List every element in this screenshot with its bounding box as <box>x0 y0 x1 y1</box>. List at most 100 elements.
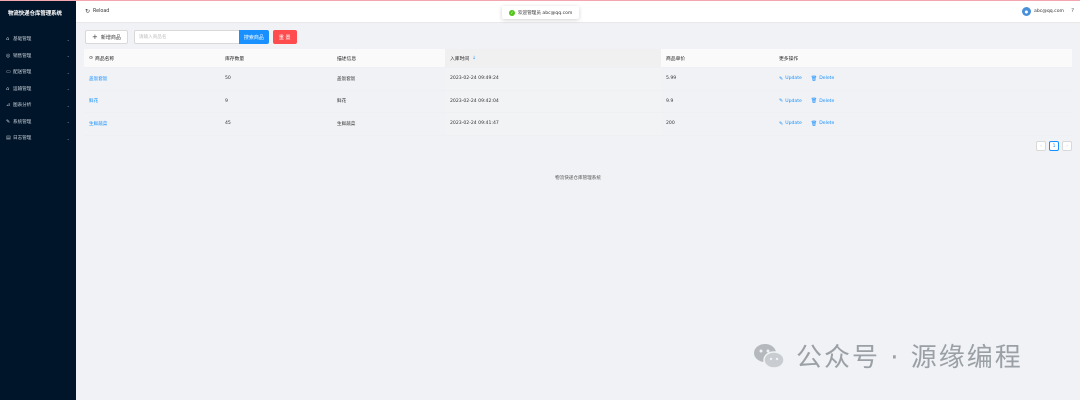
row-actions: ✎ Update 🗑 Delete <box>774 91 1072 113</box>
stock-qty: 9 <box>225 98 228 104</box>
column-label: 入库时间 <box>450 56 470 62</box>
delivery-icon: ▭ <box>6 69 11 76</box>
product-name-link[interactable]: 鲜花 <box>84 91 220 113</box>
watermark-text: 公众号 · 源缘编程 <box>796 343 1023 373</box>
unit-price: 5.99 <box>666 76 677 82</box>
table-row: 鲜花 9 鲜花 2023-02-24 09:42:04 9.9 ✎ Update … <box>84 90 1072 113</box>
stock-in-time: 2023-02-24 09:42:04 <box>445 90 661 112</box>
chevron-down-icon: ⌄ <box>66 102 70 108</box>
reset-button[interactable]: 重 置 <box>272 30 297 44</box>
user-menu[interactable]: ● abc@qq.com <box>1022 7 1064 16</box>
reload-icon: ↻ <box>85 8 91 15</box>
sidebar-item-charts[interactable]: ⊿ 图表分析 ⌄ <box>0 97 76 114</box>
column-label: 商品名称 <box>95 56 115 62</box>
chevron-down-icon: ⌄ <box>66 36 70 42</box>
delete-button[interactable]: 🗑 Delete <box>811 121 834 127</box>
delete-label: Delete <box>819 121 835 127</box>
welcome-toast: ✓ 欢迎管理员 abc@qq.com <box>502 6 580 19</box>
sidebar-item-system[interactable]: ✎ 系统管理 ⌄ <box>0 114 76 131</box>
sidebar-item-basic[interactable]: ⌂ 基础管理 ⌄ <box>0 31 76 48</box>
product-name-link[interactable]: 盖饭套饭 <box>84 68 220 90</box>
sidebar-item-logs[interactable]: ▤ 日志管理 ⌄ <box>0 130 76 147</box>
toolbar: + 新增商品 搜索商品 重 置 <box>85 30 297 44</box>
update-label: Update <box>785 121 802 127</box>
chevron-down-icon: ⌄ <box>66 53 70 59</box>
description: 生鲜蔬菜 <box>337 121 356 127</box>
avatar: ● <box>1022 7 1032 16</box>
chevron-down-icon: ⌄ <box>66 86 70 92</box>
column-header-price: 商品单价 <box>666 56 686 62</box>
sidebar-item-label: 运输管理 <box>13 86 32 92</box>
search-button[interactable]: 搜索商品 <box>238 30 269 44</box>
sales-icon: ◎ <box>6 52 11 59</box>
trash-icon: 🗑 <box>810 98 818 105</box>
column-header-time[interactable]: 入库时间 ↓ <box>445 49 661 67</box>
stock-in-time: 2023-02-24 09:49:24 <box>445 68 661 90</box>
home-icon: ⌂ <box>6 36 10 43</box>
wechat-icon <box>754 343 785 369</box>
sidebar-item-label: 基础管理 <box>13 37 32 43</box>
watermark: 公众号 · 源缘编程 <box>752 337 1023 374</box>
product-name-link[interactable]: 生鲜蔬菜 <box>84 113 220 135</box>
log-icon: ▤ <box>6 135 11 142</box>
check-circle-icon: ✓ <box>509 9 515 16</box>
edit-icon: ✎ <box>779 98 784 105</box>
update-button[interactable]: ✎ Update <box>779 98 802 104</box>
column-header-qty: 库存数量 <box>225 56 245 62</box>
plus-icon: + <box>92 33 98 41</box>
column-header-desc: 描述信息 <box>337 56 357 62</box>
pagination: ‹ 1 › <box>1036 141 1072 151</box>
column-header-name[interactable]: ⊙ 商品名称 <box>84 49 220 67</box>
update-button[interactable]: ✎ Update <box>779 76 802 82</box>
edit-icon: ✎ <box>779 75 784 82</box>
trash-icon: 🗑 <box>810 120 818 127</box>
toast-text: 欢迎管理员 abc@qq.com <box>518 10 573 16</box>
unit-price: 9.9 <box>666 98 674 104</box>
chart-icon: ⊿ <box>6 102 11 109</box>
row-actions: ✎ Update 🗑 Delete <box>774 113 1072 135</box>
clock-icon: ⊙ <box>89 55 94 61</box>
stock-in-time: 2023-02-24 09:41:47 <box>445 113 661 135</box>
sidebar-item-label: 系统管理 <box>13 119 32 125</box>
app-title: 物流快递仓库管理系统 <box>8 11 62 17</box>
table-header-row: ⊙ 商品名称 库存数量 描述信息 入库时间 ↓ 商品单价 更多操作 <box>84 49 1072 68</box>
reload-button[interactable]: ↻ Reload <box>85 8 109 15</box>
reload-label: Reload <box>93 9 110 14</box>
sort-down-icon[interactable]: ↓ <box>472 56 476 61</box>
delete-button[interactable]: 🗑 Delete <box>811 98 834 104</box>
row-actions: ✎ Update 🗑 Delete <box>774 68 1072 90</box>
help-icon[interactable]: ? <box>1071 8 1074 14</box>
chevron-down-icon: ⌄ <box>66 135 70 141</box>
chevron-down-icon: ⌄ <box>66 119 70 125</box>
update-button[interactable]: ✎ Update <box>779 121 802 127</box>
edit-icon: ✎ <box>779 120 784 127</box>
chevron-down-icon: ⌄ <box>66 69 70 75</box>
wrench-icon: ✎ <box>6 118 11 125</box>
prev-page-button[interactable]: ‹ <box>1036 141 1046 151</box>
description: 盖饭套饭 <box>337 76 356 82</box>
transport-icon: ⌂ <box>6 85 10 92</box>
sidebar-item-transport[interactable]: ⌂ 运输管理 ⌄ <box>0 81 76 98</box>
page-button-current[interactable]: 1 <box>1049 141 1059 151</box>
update-label: Update <box>785 76 802 82</box>
add-product-button[interactable]: + 新增商品 <box>85 30 128 44</box>
sidebar-item-label: 图表分析 <box>13 103 32 109</box>
delete-button[interactable]: 🗑 Delete <box>811 76 834 82</box>
next-page-button[interactable]: › <box>1062 141 1072 151</box>
sidebar-item-label: 配送管理 <box>13 70 32 76</box>
delete-label: Delete <box>819 76 835 82</box>
sidebar-item-sales[interactable]: ◎ 销售管理 ⌄ <box>0 48 76 65</box>
stock-qty: 50 <box>225 76 231 82</box>
stock-qty: 45 <box>225 121 231 127</box>
footer-text: 物流快递仓库管理系统 <box>555 176 601 181</box>
sidebar-item-delivery[interactable]: ▭ 配送管理 ⌄ <box>0 64 76 81</box>
delete-label: Delete <box>819 98 835 104</box>
description: 鲜花 <box>337 99 347 105</box>
add-product-label: 新增商品 <box>100 34 121 41</box>
table-row: 盖饭套饭 50 盖饭套饭 2023-02-24 09:49:24 5.99 ✎ U… <box>84 68 1072 91</box>
table-row: 生鲜蔬菜 45 生鲜蔬菜 2023-02-24 09:41:47 200 ✎ Up… <box>84 113 1072 136</box>
update-label: Update <box>785 98 802 104</box>
search-input[interactable] <box>133 30 239 44</box>
product-table: ⊙ 商品名称 库存数量 描述信息 入库时间 ↓ 商品单价 更多操作 盖饭套饭 50 … <box>84 49 1072 136</box>
top-header: ↻ Reload ✓ 欢迎管理员 abc@qq.com ● abc@qq.com… <box>76 1 1080 23</box>
